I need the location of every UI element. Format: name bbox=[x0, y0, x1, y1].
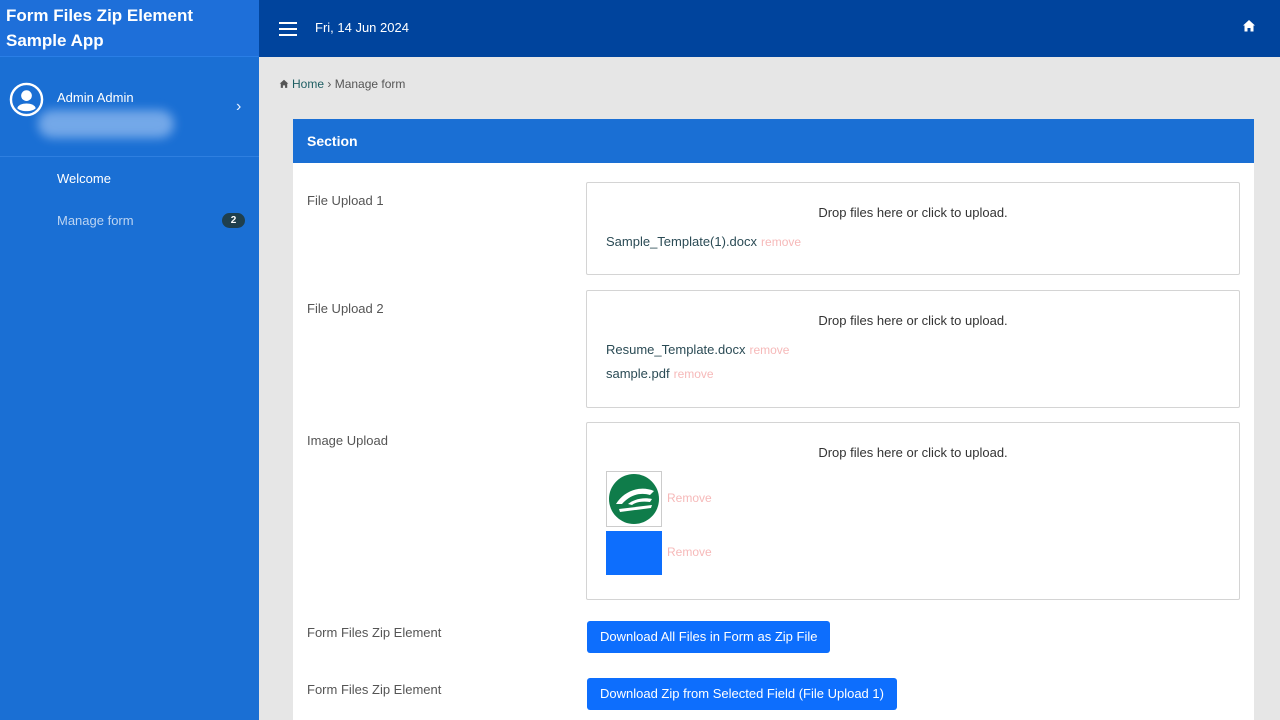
remove-file-link[interactable]: remove bbox=[761, 235, 801, 249]
zip-element-1-label: Form Files Zip Element bbox=[307, 625, 442, 640]
sidebar-item-welcome[interactable]: Welcome bbox=[57, 171, 111, 186]
breadcrumb-current: Manage form bbox=[334, 77, 406, 91]
user-name: Admin Admin bbox=[57, 90, 134, 105]
breadcrumb-separator: › bbox=[327, 77, 332, 91]
file-upload-1-dropzone[interactable]: Drop files here or click to upload. Samp… bbox=[586, 182, 1240, 275]
sidebar-item-manage-form[interactable]: Manage form bbox=[57, 213, 134, 228]
breadcrumb-home-link[interactable]: Home bbox=[292, 77, 324, 91]
file-upload-2-dropzone[interactable]: Drop files here or click to upload. Resu… bbox=[586, 290, 1240, 408]
chevron-right-icon[interactable]: › bbox=[236, 98, 241, 116]
sidebar: Form Files Zip Element Sample App Admin … bbox=[0, 0, 259, 720]
download-field-zip-button[interactable]: Download Zip from Selected Field (File U… bbox=[587, 678, 897, 710]
user-panel[interactable] bbox=[0, 57, 259, 157]
blue-square-thumbnail bbox=[606, 531, 662, 575]
remove-image-link[interactable]: Remove bbox=[667, 491, 712, 505]
dropzone-message: Drop files here or click to upload. bbox=[818, 445, 1008, 460]
section-title: Section bbox=[293, 119, 1254, 163]
remove-file-link[interactable]: remove bbox=[674, 367, 714, 381]
uploaded-file: Resume_Template.docx remove bbox=[606, 342, 789, 357]
topbar: Fri, 14 Jun 2024 bbox=[259, 0, 1280, 57]
user-email-redacted bbox=[38, 110, 174, 138]
manage-form-count-badge: 2 bbox=[222, 213, 245, 228]
file-name: Sample_Template(1).docx bbox=[606, 234, 758, 249]
download-all-zip-button[interactable]: Download All Files in Form as Zip File bbox=[587, 621, 831, 653]
section-card: Section File Upload 1 Drop files here or… bbox=[293, 119, 1254, 720]
image-upload-label: Image Upload bbox=[307, 433, 388, 448]
app-title: Form Files Zip Element Sample App bbox=[0, 0, 259, 57]
user-avatar-icon bbox=[9, 82, 44, 117]
file-upload-2-label: File Upload 2 bbox=[307, 301, 384, 316]
dropzone-message: Drop files here or click to upload. bbox=[818, 205, 1008, 220]
current-date: Fri, 14 Jun 2024 bbox=[315, 20, 409, 35]
home-icon[interactable] bbox=[1242, 19, 1256, 33]
file-name: sample.pdf bbox=[606, 366, 670, 381]
uploaded-file: sample.pdf remove bbox=[606, 366, 714, 381]
file-name: Resume_Template.docx bbox=[606, 342, 746, 357]
file-upload-1-label: File Upload 1 bbox=[307, 193, 384, 208]
remove-image-link[interactable]: Remove bbox=[667, 545, 712, 559]
dropzone-message: Drop files here or click to upload. bbox=[818, 313, 1008, 328]
menu-toggle-icon[interactable] bbox=[279, 22, 297, 36]
breadcrumb: Home › Manage form bbox=[279, 77, 405, 91]
uploaded-file: Sample_Template(1).docx remove bbox=[606, 234, 801, 249]
zip-element-2-label: Form Files Zip Element bbox=[307, 682, 442, 697]
remove-file-link[interactable]: remove bbox=[749, 343, 789, 357]
breadcrumb-home-icon bbox=[279, 79, 289, 88]
image-upload-dropzone[interactable]: Drop files here or click to upload. Remo… bbox=[586, 422, 1240, 600]
green-logo-thumbnail bbox=[606, 471, 662, 527]
